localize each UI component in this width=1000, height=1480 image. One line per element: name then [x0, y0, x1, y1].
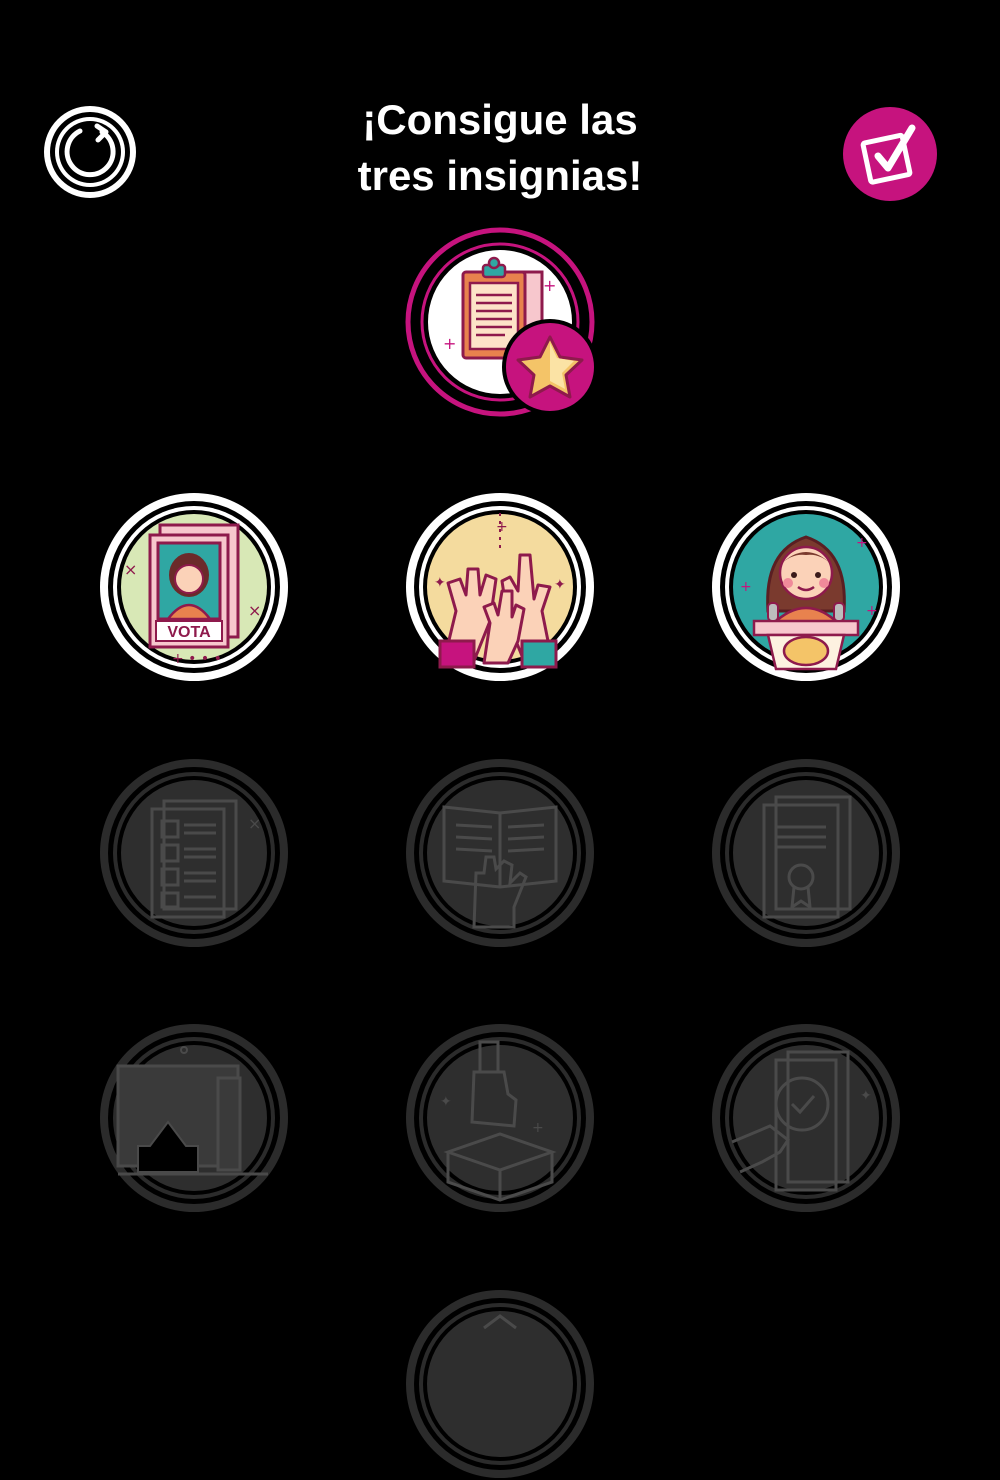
- vote-poster-icon: VOTA × × + • • •: [100, 493, 288, 681]
- svg-text:+: +: [543, 276, 556, 295]
- building-icon: [100, 1024, 288, 1212]
- svg-text:+: +: [443, 334, 456, 353]
- badge-candidate-podium[interactable]: + + +: [710, 491, 902, 683]
- raised-hands-icon: ✦ ✦ +: [406, 493, 594, 681]
- voter-list-icon: ×: [100, 759, 288, 947]
- svg-text:+ • • •: + • • •: [172, 651, 222, 667]
- badge-oath-book-locked[interactable]: [404, 757, 596, 949]
- badge-partial-locked[interactable]: [404, 1288, 596, 1480]
- badge-verify-document-locked[interactable]: ✦: [710, 1022, 902, 1214]
- svg-text:✦: ✦: [434, 575, 446, 591]
- candidate-podium-icon: + + +: [712, 493, 900, 681]
- svg-text:×: ×: [248, 814, 261, 833]
- checklist-button[interactable]: [842, 106, 938, 202]
- svg-text:+: +: [496, 519, 508, 535]
- badge-certificate-locked[interactable]: [710, 757, 902, 949]
- ballot-box-icon: ✦ +: [406, 1024, 594, 1212]
- svg-text:+: +: [740, 579, 752, 595]
- title-line-1: ¡Consigue las: [362, 96, 638, 143]
- svg-text:✦: ✦: [554, 577, 566, 593]
- svg-text:✦: ✦: [440, 1094, 452, 1110]
- page-title: ¡Consigue las tres insignias!: [250, 92, 750, 204]
- oath-book-icon: [406, 759, 594, 947]
- badge-ballot-box-locked[interactable]: ✦ +: [404, 1022, 596, 1214]
- refresh-icon: [44, 106, 136, 198]
- svg-text:+: +: [866, 603, 878, 619]
- poster-text: VOTA: [167, 624, 211, 641]
- hero-badge: + +: [405, 227, 600, 422]
- clipboard-star-icon: + +: [405, 227, 598, 417]
- verify-document-icon: ✦: [712, 1024, 900, 1212]
- svg-text:+: +: [532, 1120, 544, 1136]
- svg-text:×: ×: [124, 560, 137, 579]
- refresh-button[interactable]: [42, 104, 138, 200]
- svg-text:×: ×: [248, 601, 261, 620]
- badge-raised-hands[interactable]: ✦ ✦ +: [404, 491, 596, 683]
- title-line-2: tres insignias!: [357, 152, 643, 199]
- badge-partial-icon: [406, 1290, 594, 1478]
- badge-building-locked[interactable]: [98, 1022, 290, 1214]
- checkbox-check-icon: [843, 107, 937, 201]
- svg-text:+: +: [856, 535, 868, 551]
- certificate-icon: [712, 759, 900, 947]
- svg-text:✦: ✦: [860, 1088, 872, 1104]
- badge-voter-list-locked[interactable]: ×: [98, 757, 290, 949]
- badge-vote-poster[interactable]: VOTA × × + • • •: [98, 491, 290, 683]
